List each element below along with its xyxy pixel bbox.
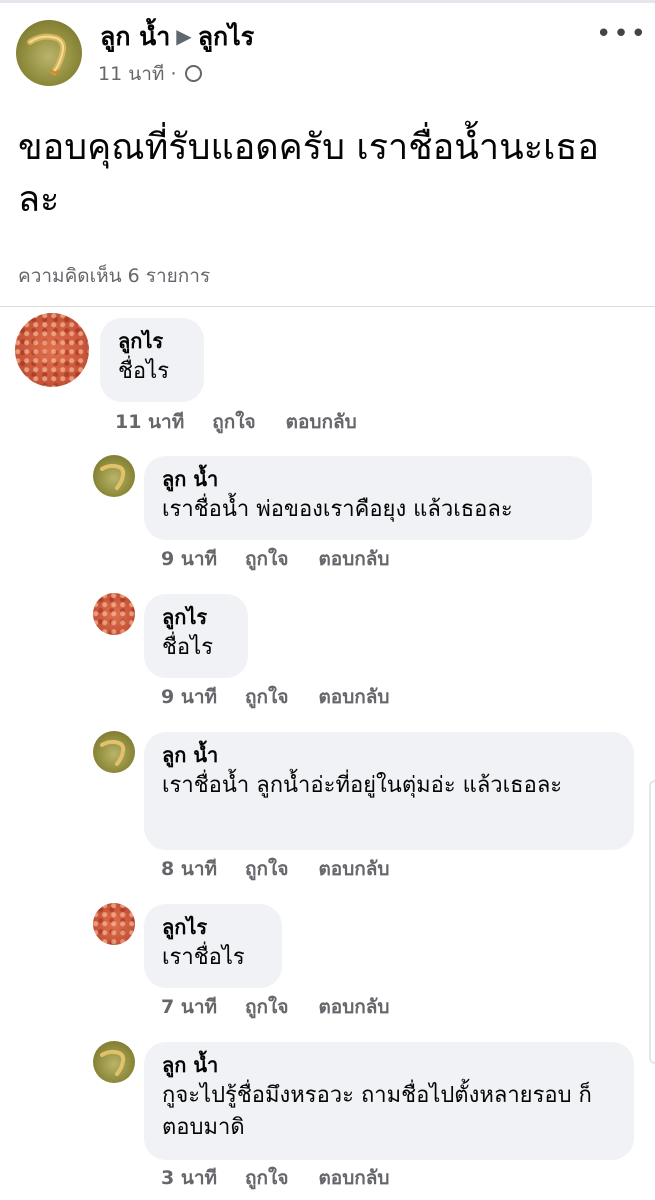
author-name[interactable]: ลูก น้ำ	[100, 22, 170, 51]
comment-actions: 3 นาที ถูกใจ ตอบกลับ	[161, 1164, 389, 1192]
post-header-names: ลูก น้ำ ▶ ลูกไร	[100, 20, 254, 55]
larva-image	[100, 1049, 126, 1076]
comment-text: เราชื่อไร	[162, 945, 245, 970]
commenter-name[interactable]: ลูก น้ำ	[162, 1050, 616, 1080]
comment-actions: 9 นาที ถูกใจ ตอบกลับ	[161, 683, 389, 711]
larva-image	[27, 33, 67, 75]
larva-image	[100, 463, 126, 490]
post-time[interactable]: 11 นาที	[98, 63, 164, 85]
commenter-avatar[interactable]	[93, 1041, 135, 1083]
post-meta: 11 นาที ·	[98, 60, 202, 88]
comment-bubble: ลูก น้ำ กูจะไปรู้ชื่อมึงหรอวะ ถามชื่อไปต…	[144, 1042, 634, 1160]
commenter-avatar[interactable]	[93, 903, 135, 945]
reply-button[interactable]: ตอบกลับ	[318, 545, 389, 573]
comment-text: ชื่อไร	[162, 635, 214, 660]
triangle-right-icon: ▶	[176, 24, 192, 48]
comment-actions: 9 นาที ถูกใจ ตอบกลับ	[161, 545, 389, 573]
commenter-avatar[interactable]	[93, 455, 135, 497]
reply-button[interactable]: ตอบกลับ	[286, 408, 357, 436]
comment-bubble: ลูก น้ำ เราชื่อน้ำ พ่อของเราคือยุง แล้วเ…	[144, 456, 592, 540]
commenter-avatar[interactable]	[93, 593, 135, 635]
comment-time[interactable]: 11 นาที	[115, 408, 184, 436]
comment-bubble: ลูกไร เราชื่อไร	[144, 904, 282, 988]
post-text: ขอบคุณที่รับแอดครับ เราชื่อน้ำนะเธอละ	[18, 127, 599, 220]
like-button[interactable]: ถูกใจ	[245, 993, 288, 1021]
comment-actions: 7 นาที ถูกใจ ตอบกลับ	[161, 993, 389, 1021]
author-avatar[interactable]	[16, 20, 82, 86]
top-border	[0, 0, 655, 3]
comment-time[interactable]: 8 นาที	[161, 855, 217, 883]
reply-button[interactable]: ตอบกลับ	[318, 1164, 389, 1192]
comment-text: เราชื่อน้ำ พ่อของเราคือยุง แล้วเธอละ	[162, 497, 513, 522]
more-options-icon[interactable]: •••	[596, 21, 648, 47]
comment-bubble: ลูกไร ชื่อไร	[100, 318, 204, 402]
comment-time[interactable]: 9 นาที	[161, 683, 217, 711]
commenter-name[interactable]: ลูกไร	[162, 912, 264, 942]
larva-image	[100, 739, 126, 766]
like-button[interactable]: ถูกใจ	[245, 545, 288, 573]
comment-actions: 8 นาที ถูกใจ ตอบกลับ	[161, 855, 389, 883]
commenter-avatar[interactable]	[15, 313, 89, 387]
commenter-name[interactable]: ลูก น้ำ	[162, 464, 574, 494]
reply-button[interactable]: ตอบกลับ	[318, 683, 389, 711]
like-button[interactable]: ถูกใจ	[245, 855, 288, 883]
comment-time[interactable]: 7 นาที	[161, 993, 217, 1021]
reply-button[interactable]: ตอบกลับ	[318, 993, 389, 1021]
target-name[interactable]: ลูกไร	[198, 22, 254, 51]
comment-text: เราชื่อน้ำ ลูกน้ำอ่ะที่อยู่ในตุ่มอ่ะ แล้…	[162, 773, 563, 798]
comment-time[interactable]: 3 นาที	[161, 1164, 217, 1192]
like-button[interactable]: ถูกใจ	[245, 683, 288, 711]
like-button[interactable]: ถูกใจ	[212, 408, 255, 436]
comment-text: กูจะไปรู้ชื่อมึงหรอวะ ถามชื่อไปตั้งหลายร…	[162, 1083, 592, 1140]
commenter-name[interactable]: ลูก น้ำ	[162, 740, 616, 770]
scrollbar[interactable]	[649, 780, 655, 1064]
reply-button[interactable]: ตอบกลับ	[318, 855, 389, 883]
commenter-name[interactable]: ลูกไร	[118, 326, 186, 356]
commenter-name[interactable]: ลูกไร	[162, 602, 230, 632]
commenter-avatar[interactable]	[93, 731, 135, 773]
comment-actions: 11 นาที ถูกใจ ตอบกลับ	[115, 408, 357, 436]
comment-bubble: ลูก น้ำ เราชื่อน้ำ ลูกน้ำอ่ะที่อยู่ในตุ่…	[144, 732, 634, 850]
divider	[0, 306, 655, 307]
globe-icon	[184, 65, 202, 82]
comment-count[interactable]: ความคิดเห็น 6 รายการ	[18, 262, 210, 290]
comment-text: ชื่อไร	[118, 359, 170, 384]
comment-bubble: ลูกไร ชื่อไร	[144, 594, 248, 678]
comment-time[interactable]: 9 นาที	[161, 545, 217, 573]
like-button[interactable]: ถูกใจ	[245, 1164, 288, 1192]
